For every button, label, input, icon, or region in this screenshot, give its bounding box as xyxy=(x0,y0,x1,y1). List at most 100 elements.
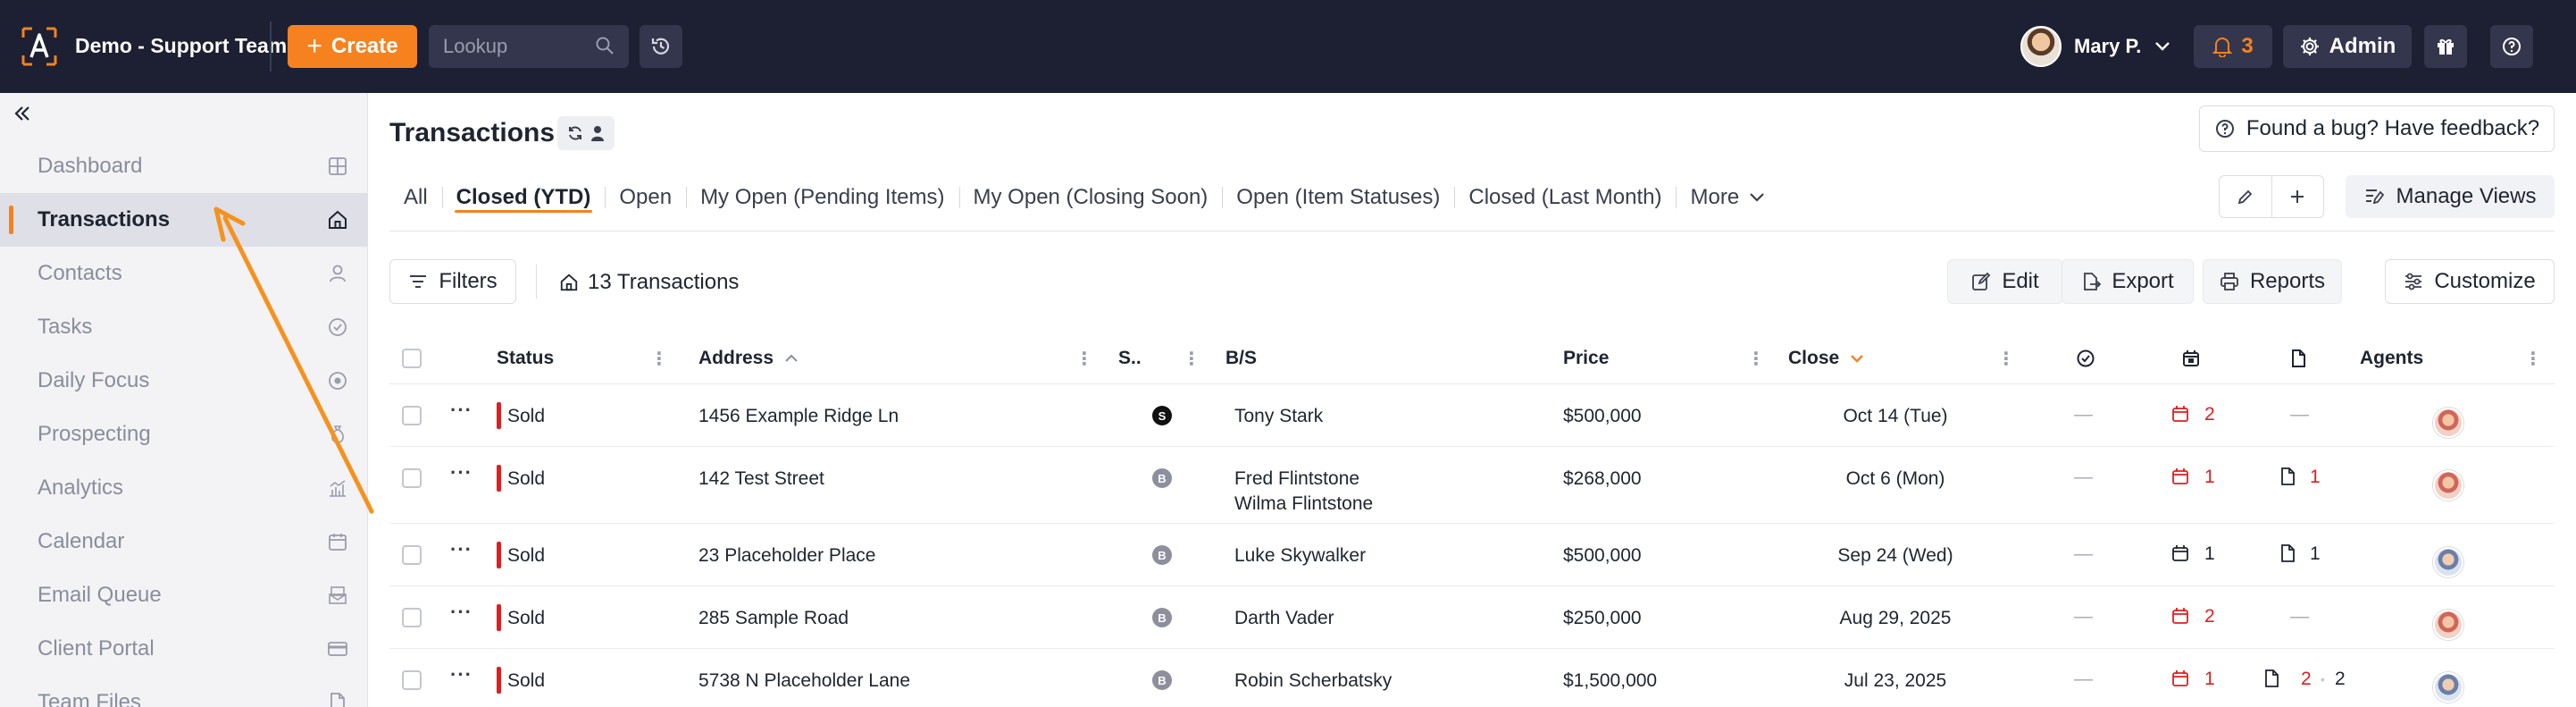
sidebar-item-email-queue[interactable]: Email Queue xyxy=(0,568,368,622)
calendar-count[interactable]: 1 xyxy=(2170,467,2224,488)
sidebar-item-dashboard[interactable]: Dashboard xyxy=(0,139,368,193)
documents-count[interactable]: 1 xyxy=(2278,467,2376,488)
client-name[interactable]: Fred Flintstone xyxy=(1234,468,1359,490)
column-header-price[interactable]: Price xyxy=(1563,332,1609,384)
sidebar-item-tasks[interactable]: Tasks xyxy=(0,300,368,354)
address-link[interactable]: 23 Placeholder Place xyxy=(698,545,875,567)
table-row[interactable]: ··· Sold 23 Placeholder Place B Luke Skywalk… xyxy=(389,524,2555,586)
side-badge: B xyxy=(1152,608,1172,627)
calendar-count[interactable]: 2 xyxy=(2170,404,2224,425)
sidebar-item-client-portal[interactable]: Client Portal xyxy=(0,622,368,676)
client-name[interactable]: Darth Vader xyxy=(1234,608,1334,629)
sidebar-item-daily-focus[interactable]: Daily Focus xyxy=(0,354,368,408)
tab-closed-ytd[interactable]: Closed (YTD) xyxy=(441,175,606,220)
row-actions-menu[interactable]: ··· xyxy=(450,461,473,484)
price-cell: $268,000 xyxy=(1563,468,1642,489)
tab-closed-last-month[interactable]: Closed (Last Month) xyxy=(1454,175,1676,220)
feedback-button[interactable]: Found a bug? Have feedback? xyxy=(2199,105,2555,152)
sidebar-item-prospecting[interactable]: Prospecting xyxy=(0,408,368,461)
collapse-sidebar-icon[interactable] xyxy=(11,102,34,125)
team-name[interactable]: Demo - Support Team xyxy=(75,34,287,58)
column-header-side[interactable]: S.. xyxy=(1118,332,1142,384)
tab-my-open-closing-soon[interactable]: My Open (Closing Soon) xyxy=(958,175,1223,220)
recent-history-button[interactable] xyxy=(640,25,682,68)
view-options-button[interactable] xyxy=(557,116,615,150)
sidebar-item-transactions[interactable]: Transactions xyxy=(0,193,368,247)
address-link[interactable]: 142 Test Street xyxy=(698,468,824,490)
agent-avatar[interactable] xyxy=(2433,408,2463,438)
address-link[interactable]: 1456 Example Ridge Ln xyxy=(698,406,899,427)
help-button[interactable] xyxy=(2490,25,2533,68)
grid-icon xyxy=(329,157,347,175)
table-row[interactable]: ··· Sold 5738 N Placeholder Lane B Robin Sch… xyxy=(389,649,2555,707)
row-checkbox[interactable] xyxy=(402,608,422,627)
export-button[interactable]: Export xyxy=(2062,259,2194,304)
documents-count[interactable]: 1 xyxy=(2278,543,2376,565)
refresh-icon xyxy=(569,126,581,140)
documents-count[interactable]: 2 • 2 xyxy=(2262,669,2360,690)
gift-icon xyxy=(2438,38,2454,55)
column-header-buyer-seller[interactable]: B/S xyxy=(1225,332,1257,384)
tab-open-item-statuses[interactable]: Open (Item Statuses) xyxy=(1222,175,1454,220)
sidebar-item-team-files[interactable]: Team Files xyxy=(0,676,368,707)
sidebar-item-analytics[interactable]: Analytics xyxy=(0,461,368,515)
select-all-checkbox[interactable] xyxy=(402,349,422,368)
sidebar-item-calendar[interactable]: Calendar xyxy=(0,515,368,568)
create-button[interactable]: + Create xyxy=(288,25,417,68)
row-checkbox[interactable] xyxy=(402,545,422,565)
side-badge: B xyxy=(1152,670,1172,690)
table-row[interactable]: ··· Sold 142 Test Street B Fred Flintstone Wi… xyxy=(389,447,2555,524)
user-menu[interactable]: Mary P. xyxy=(2020,25,2171,68)
tab-more[interactable]: More xyxy=(1676,175,1780,220)
row-checkbox[interactable] xyxy=(402,670,422,690)
agent-avatar[interactable] xyxy=(2433,610,2463,640)
add-view-button[interactable] xyxy=(2271,176,2324,217)
row-checkbox[interactable] xyxy=(402,468,422,488)
table-row[interactable]: ··· Sold 285 Sample Road B Darth Vader $250,0… xyxy=(389,586,2555,649)
reports-button[interactable]: Reports xyxy=(2203,259,2342,304)
column-header-agents[interactable]: Agents xyxy=(2360,332,2423,384)
table-row[interactable]: ··· Sold 1456 Example Ridge Ln S Tony Stark $… xyxy=(389,384,2555,447)
email-queue-icon xyxy=(329,586,347,604)
column-header-tasks-icon[interactable] xyxy=(2076,349,2095,368)
notifications-button[interactable]: 3 xyxy=(2194,25,2272,68)
row-actions-menu[interactable]: ··· xyxy=(450,538,473,561)
row-actions-menu[interactable]: ··· xyxy=(450,601,473,624)
edit-button[interactable]: Edit xyxy=(1947,259,2063,304)
app-logo[interactable] xyxy=(20,25,59,68)
column-header-status[interactable]: Status xyxy=(497,332,554,384)
calendar-count[interactable]: 2 xyxy=(2170,606,2224,627)
column-header-address[interactable]: Address xyxy=(698,332,800,384)
agent-avatar[interactable] xyxy=(2433,672,2463,703)
help-circle-icon xyxy=(2215,120,2234,138)
column-header-documents-icon[interactable] xyxy=(2288,349,2308,368)
price-cell: $500,000 xyxy=(1563,406,1642,426)
manage-views-button[interactable]: Manage Views xyxy=(2346,175,2555,218)
close-date-cell: Sep 24 (Wed) xyxy=(1837,545,1953,566)
row-actions-menu[interactable]: ··· xyxy=(450,399,473,422)
row-actions-menu[interactable]: ··· xyxy=(450,663,473,686)
tab-my-open-pending-items[interactable]: My Open (Pending Items) xyxy=(686,175,958,220)
lookup-input[interactable]: Lookup xyxy=(429,25,629,68)
agent-avatar[interactable] xyxy=(2433,470,2463,501)
tab-all[interactable]: All xyxy=(389,175,442,220)
edit-view-button[interactable] xyxy=(2220,176,2271,217)
filters-button[interactable]: Filters xyxy=(389,259,516,304)
client-name[interactable]: Luke Skywalker xyxy=(1234,545,1366,567)
address-link[interactable]: 5738 N Placeholder Lane xyxy=(698,670,910,692)
admin-button[interactable]: Admin xyxy=(2283,25,2412,68)
calendar-count[interactable]: 1 xyxy=(2170,543,2224,565)
sidebar-item-contacts[interactable]: Contacts xyxy=(0,247,368,300)
client-name[interactable]: Tony Stark xyxy=(1234,406,1323,427)
column-header-calendar-icon[interactable] xyxy=(2181,349,2201,368)
tab-open[interactable]: Open xyxy=(605,175,686,220)
address-link[interactable]: 285 Sample Road xyxy=(698,608,849,629)
calendar-count[interactable]: 1 xyxy=(2170,669,2224,690)
customize-button[interactable]: Customize xyxy=(2385,259,2555,304)
agent-avatar[interactable] xyxy=(2433,547,2463,577)
client-name[interactable]: Wilma Flintstone xyxy=(1234,493,1373,515)
column-header-close[interactable]: Close xyxy=(1788,332,1866,384)
gift-button[interactable] xyxy=(2424,25,2467,68)
client-name[interactable]: Robin Scherbatsky xyxy=(1234,670,1392,692)
row-checkbox[interactable] xyxy=(402,406,422,425)
